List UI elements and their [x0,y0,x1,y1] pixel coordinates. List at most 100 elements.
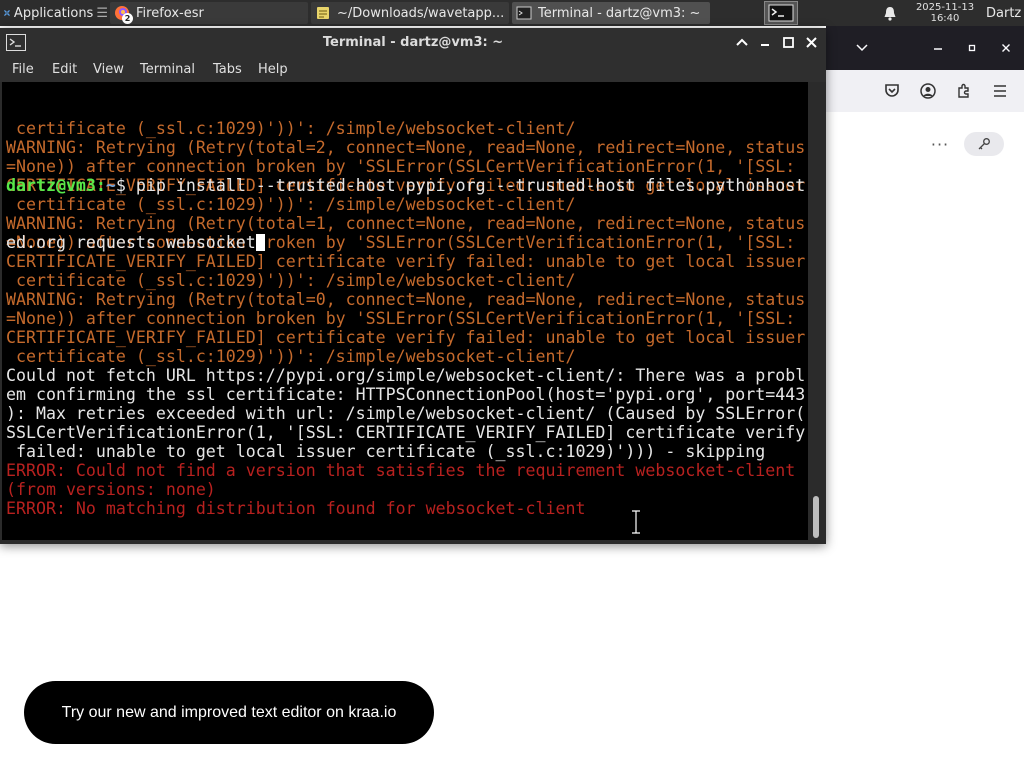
firefox-close-button[interactable] [996,38,1016,58]
terminal-launcher-button[interactable] [764,1,798,25]
taskbar-item-firefox[interactable]: 2 Firefox-esr [110,2,308,24]
terminal-line: =None)) after connection broken by 'SSLE… [6,157,796,176]
terminal-line: Could not fetch URL https://pypi.org/sim… [6,366,806,385]
terminal-output[interactable]: certificate (_ssl.c:1029)'))': /simple/w… [2,82,808,540]
prompt-user: dartz@vm3 [6,176,96,195]
maximize-button[interactable] [780,34,796,50]
terminal-titlebar[interactable]: Terminal - dartz@vm3: ~ [0,28,826,58]
terminal-line: SSLCertVerificationError(1, '[SSL: CERTI… [6,423,806,442]
menu-terminal[interactable]: Terminal [140,58,195,82]
scrollbar-thumb[interactable] [813,496,819,538]
text-editor-icon [315,5,331,21]
firefox-page-content [826,112,1024,768]
prompt-line: dartz@vm3:~$ pip install --trusted-host … [6,176,805,195]
close-icon [1002,44,1010,52]
firefox-icon: 2 [114,5,133,24]
promo-toast-text: Try our new and improved text editor on … [61,704,397,721]
close-button[interactable] [803,34,819,50]
pocket-icon [885,84,899,97]
terminal-line: WARNING: Retrying (Retry(total=0, connec… [6,290,806,309]
applications-menu-label: Applications [13,5,94,21]
taskbar-item-text-editor[interactable]: ~/Downloads/wavetapp... [311,2,509,24]
firefox-tab-bar [826,26,1024,70]
taskbar-item-label: ~/Downloads/wavetapp... [337,5,505,21]
menu-edit[interactable]: Edit [52,58,77,82]
command-input-line-2: ed.org requests websocket [6,233,256,252]
terminal-icon [516,5,532,21]
terminal-line: (from versions: none) [6,480,216,499]
terminal-line: em confirming the ssl certificate: HTTPS… [6,385,806,404]
prompt-symbol: $ [115,176,136,195]
chevron-up-icon [736,38,748,46]
terminal-line: CERTIFICATE_VERIFY_FAILED] certificate v… [6,328,806,347]
key-icon [978,138,990,150]
terminal-line: ): Max retries exceeded with url: /simpl… [6,404,806,423]
promo-toast[interactable]: Try our new and improved text editor on … [24,681,434,744]
puzzle-piece-icon [958,83,969,98]
bell-icon [884,6,896,21]
minimize-icon [934,48,942,50]
user-name: Dartz [986,5,1022,21]
terminal-menubar: File Edit View Terminal Tabs Help [0,58,826,82]
app-menu-button[interactable] [988,79,1012,103]
terminal-line: CERTIFICATE_VERIFY_FAILED] certificate v… [6,252,806,271]
top-panel: Applications ☰ 2 Firefox-esr ~/Downloads… [0,0,1024,26]
clock[interactable]: 2025-11-13 16:40 [912,0,978,26]
edit-link-button[interactable] [964,132,1004,156]
prompt-separator: : [95,176,106,195]
close-icon [805,36,817,48]
minimize-icon [761,44,769,46]
terminal-line: certificate (_ssl.c:1029)'))': /simple/w… [6,271,576,290]
menu-view[interactable]: View [93,58,124,82]
mouse-ibeam-cursor-icon [632,510,640,534]
terminal-text: certificate (_ssl.c:1029)'))': /simple/w… [6,82,805,518]
clock-date: 2025-11-13 [915,2,975,13]
terminal-window: Terminal - dartz@vm3: ~ File Edit View T… [0,28,826,544]
window-count-badge: 2 [122,13,133,24]
ellipsis-icon: ··· [930,134,950,154]
terminal-line: certificate (_ssl.c:1029)'))': /simple/w… [6,347,576,366]
menu-separator-glyph: ☰ [96,5,108,21]
taskbar-item-label: Terminal - dartz@vm3: ~ [538,5,701,21]
command-input-line-1: pip install --trusted-host pypi.org --tr… [135,176,806,195]
terminal-launcher-icon [768,4,794,22]
taskbar-item-label: Firefox-esr [136,5,204,21]
terminal-line: certificate (_ssl.c:1029)'))': /simple/w… [6,195,576,214]
terminal-scrollbar[interactable] [808,82,826,540]
firefox-minimize-button[interactable] [928,38,948,58]
menu-file[interactable]: File [12,58,34,82]
terminal-line: WARNING: Retrying (Retry(total=2, connec… [6,138,806,157]
minimize-button[interactable] [757,34,773,50]
maximize-icon [782,36,794,48]
chevron-down-icon [856,44,868,52]
menu-tabs[interactable]: Tabs [213,58,242,82]
account-button[interactable] [916,79,940,103]
account-icon [920,83,936,99]
text-cursor [255,234,265,251]
terminal-line: WARNING: Retrying (Retry(total=1, connec… [6,214,806,233]
firefox-maximize-button[interactable] [962,38,982,58]
shade-button[interactable] [734,34,750,50]
applications-menu[interactable]: Applications ☰ [0,0,108,26]
terminal-line: failed: unable to get local issuer certi… [6,442,766,461]
taskbar-item-terminal[interactable]: Terminal - dartz@vm3: ~ [512,2,710,24]
terminal-line: certificate (_ssl.c:1029)'))': /simple/w… [6,119,576,138]
more-options-button[interactable]: ··· [928,134,952,154]
pocket-button[interactable] [880,79,904,103]
menu-help[interactable]: Help [258,58,288,82]
output-lines: certificate (_ssl.c:1029)'))': /simple/w… [6,119,805,518]
list-all-tabs-button[interactable] [852,38,872,58]
terminal-line: =None)) after connection broken by 'SSLE… [6,309,796,328]
hamburger-menu-icon [994,85,1006,97]
prompt-path: ~ [105,176,116,195]
terminal-line: ERROR: No matching distribution found fo… [6,499,586,518]
clock-time: 16:40 [930,13,960,24]
applications-menu-icon [4,10,10,16]
maximize-icon [968,44,976,52]
firefox-toolbar [826,70,1024,113]
window-title: Terminal - dartz@vm3: ~ [322,35,504,50]
notifications-button[interactable] [880,0,900,26]
extensions-button[interactable] [952,79,976,103]
user-menu[interactable]: Dartz [986,0,1024,26]
terminal-line: ERROR: Could not find a version that sat… [6,461,796,480]
